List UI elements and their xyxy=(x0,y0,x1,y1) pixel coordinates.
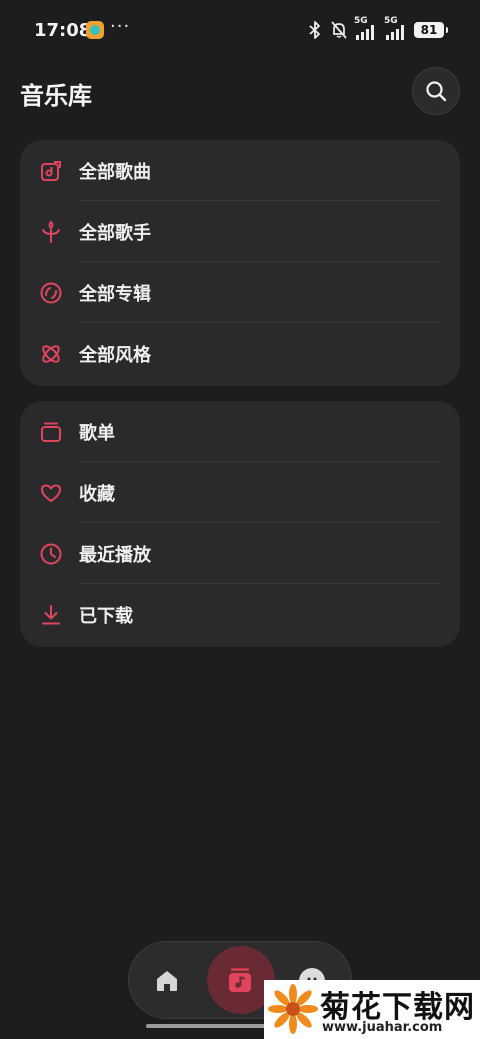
recent-plays-row[interactable]: 最近播放 xyxy=(20,523,460,584)
downloaded-row[interactable]: 已下载 xyxy=(20,584,460,645)
heart-icon xyxy=(41,484,61,502)
flower-logo-icon xyxy=(268,984,318,1034)
page-title: 音乐库 xyxy=(20,82,92,110)
all-songs-row[interactable]: 全部歌曲 xyxy=(20,140,460,201)
battery-level: 81 xyxy=(420,23,438,37)
music-library-icon[interactable] xyxy=(225,966,255,996)
all-songs-label: 全部歌曲 xyxy=(79,162,151,183)
all-albums-row[interactable]: 全部专辑 xyxy=(20,262,460,323)
favorites-row[interactable]: 收藏 xyxy=(20,462,460,523)
signal-2-icon: 5G xyxy=(384,16,408,40)
all-singers-label: 全部歌手 xyxy=(79,223,151,244)
all-singers-row[interactable]: 全部歌手 xyxy=(20,201,460,262)
song-icon xyxy=(41,161,61,181)
home-icon[interactable] xyxy=(153,967,181,995)
clock-icon xyxy=(40,543,62,565)
download-icon xyxy=(42,605,60,625)
library-card: 全部歌曲 全部歌手 全部专辑 全部风格 xyxy=(20,140,460,386)
downloaded-label: 已下载 xyxy=(79,606,133,627)
search-icon xyxy=(426,81,447,102)
all-albums-label: 全部专辑 xyxy=(79,284,151,305)
status-time: 17:08 xyxy=(34,20,92,41)
genre-icon xyxy=(42,345,60,363)
search-button[interactable] xyxy=(412,67,460,115)
app-notification-icon xyxy=(86,21,104,39)
all-genres-label: 全部风格 xyxy=(79,345,151,366)
favorites-label: 收藏 xyxy=(79,484,115,505)
playlist-label: 歌单 xyxy=(79,423,115,444)
watermark-url: www.juahar.com xyxy=(322,1020,443,1035)
watermark: 菊花下载网 www.juahar.com xyxy=(264,980,480,1039)
album-icon xyxy=(40,282,62,304)
playlist-icon xyxy=(41,422,61,442)
status-bar: 17:08 ··· 5G 5G 81 xyxy=(0,0,480,60)
signal-1-icon: 5G xyxy=(354,16,378,40)
all-genres-row[interactable]: 全部风格 xyxy=(20,323,460,384)
bluetooth-icon xyxy=(309,21,320,39)
mute-bell-icon xyxy=(331,21,347,39)
playlist-row[interactable]: 歌单 xyxy=(20,401,460,462)
recent-plays-label: 最近播放 xyxy=(79,545,151,566)
singer-icon xyxy=(42,220,60,243)
more-notifications-icon: ··· xyxy=(110,16,131,37)
status-icons: 5G 5G 81 xyxy=(306,16,448,42)
personal-card: 歌单 收藏 最近播放 已下载 xyxy=(20,401,460,647)
battery-icon: 81 xyxy=(414,22,448,38)
